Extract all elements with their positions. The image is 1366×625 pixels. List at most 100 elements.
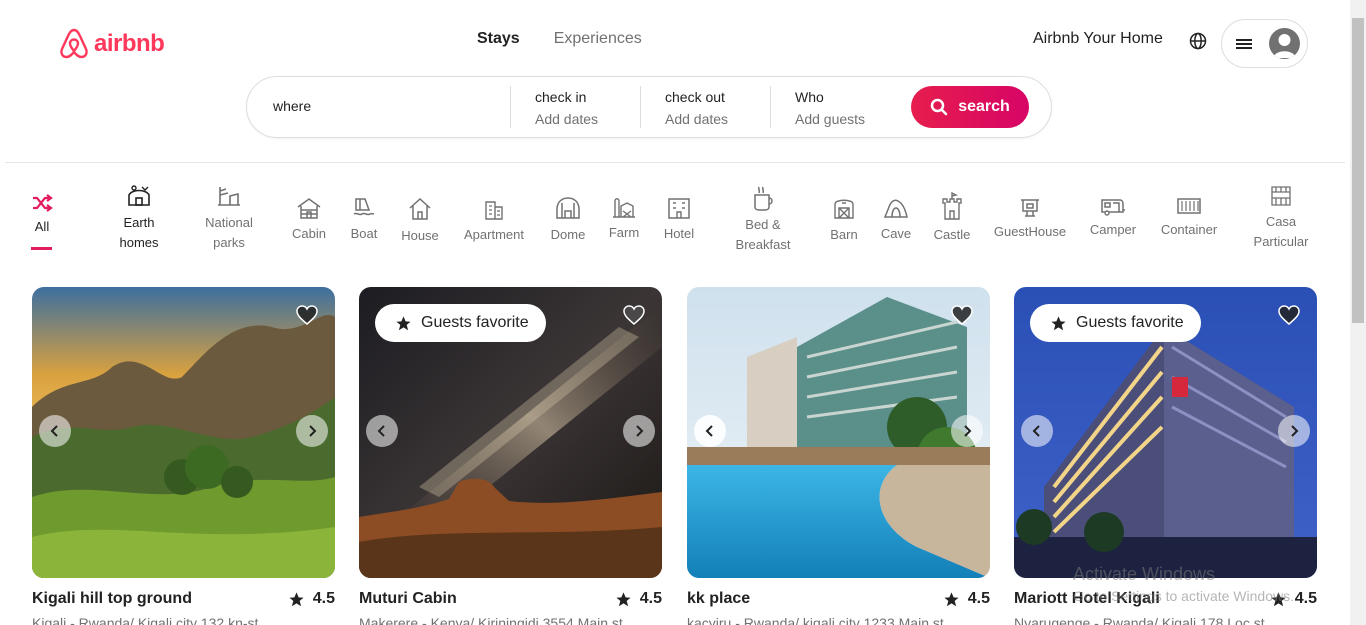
who-field[interactable]: Who Add guests [795, 89, 865, 127]
scrollbar-thumb[interactable] [1352, 18, 1364, 323]
category-casa-particular[interactable]: Casa Particular [1252, 184, 1310, 252]
check-in-field[interactable]: check in Add dates [535, 89, 598, 127]
boat-icon [353, 198, 375, 216]
category-label: Farm [608, 225, 640, 240]
dome-icon [556, 197, 580, 219]
listing-title: Kigali hill top ground [32, 590, 192, 607]
next-photo-button[interactable] [951, 415, 983, 447]
category-guesthouse[interactable]: GuestHouse [993, 196, 1067, 242]
chevron-left-icon [705, 425, 713, 437]
active-category-underline [31, 247, 52, 250]
category-boat[interactable]: Boat [346, 196, 382, 244]
cabin-icon [297, 198, 321, 219]
star-icon [289, 591, 304, 606]
globe-icon[interactable] [1188, 31, 1208, 51]
category-label: House [401, 228, 439, 243]
barn-icon [834, 199, 854, 219]
check-in-label: check in [535, 89, 587, 105]
category-farm[interactable]: Farm [607, 195, 641, 243]
category-barn[interactable]: Barn [828, 195, 860, 245]
casa-icon [1271, 186, 1291, 206]
category-apartment[interactable]: Apartment [460, 199, 528, 245]
chevron-left-icon [1032, 425, 1040, 437]
star-icon [396, 315, 411, 330]
next-photo-button[interactable] [623, 415, 655, 447]
category-label: Cave [880, 226, 912, 241]
earth-home-icon [128, 185, 150, 206]
category-cave[interactable]: Cave [878, 196, 914, 244]
prev-photo-button[interactable] [366, 415, 398, 447]
category-dome[interactable]: Dome [547, 195, 589, 245]
user-icon [1273, 34, 1296, 58]
listing-address: kacyiru - Rwanda/ kigali city 1233 Main … [687, 615, 944, 625]
category-hotel[interactable]: Hotel [659, 196, 699, 244]
check-out-value: Add dates [665, 111, 729, 127]
header-divider [5, 162, 1345, 163]
category-label: Earth homes [119, 215, 159, 250]
prev-photo-button[interactable] [39, 415, 71, 447]
heart-icon[interactable] [1277, 304, 1301, 326]
hotel-icon [668, 198, 690, 219]
host-link[interactable]: Airbnb Your Home [1033, 30, 1163, 48]
chevron-right-icon [636, 425, 644, 437]
listing-photo[interactable]: Guests favorite [359, 287, 662, 578]
user-menu-button[interactable] [1221, 19, 1308, 68]
category-container[interactable]: Container [1157, 196, 1221, 240]
category-cabin[interactable]: Cabin [289, 196, 329, 244]
next-photo-button[interactable] [296, 415, 328, 447]
heart-icon[interactable] [950, 304, 974, 326]
category-camper[interactable]: Camper [1087, 196, 1139, 240]
castle-icon [942, 191, 962, 220]
listing-address: Makerere - Kenya/ Kiriningidi 3554 Main … [359, 615, 623, 625]
category-label: Barn [830, 227, 858, 242]
national-park-icon [218, 187, 240, 206]
page-scrollbar[interactable] [1350, 0, 1366, 625]
listing-card[interactable]: kk place 4.5 kacyiru - Rwanda/ kigali ci… [687, 287, 990, 625]
listing-photo[interactable] [32, 287, 335, 578]
next-photo-button[interactable] [1278, 415, 1310, 447]
listing-photo[interactable]: Guests favorite [1014, 287, 1317, 578]
where-input[interactable]: where [273, 98, 311, 114]
star-icon [944, 591, 959, 606]
chevron-right-icon [309, 425, 317, 437]
prev-photo-button[interactable] [1021, 415, 1053, 447]
star-icon [1051, 315, 1066, 330]
check-out-field[interactable]: check out Add dates [665, 89, 728, 127]
category-earth-homes[interactable]: Earth homes [113, 183, 165, 253]
prev-photo-button[interactable] [694, 415, 726, 447]
category-house[interactable]: House [399, 196, 441, 246]
category-national-parks[interactable]: National parks [201, 183, 257, 253]
nav-experiences[interactable]: Experiences [554, 30, 642, 48]
heart-icon[interactable] [622, 304, 646, 326]
landscape-photo [32, 287, 335, 578]
hamburger-icon [1236, 38, 1252, 49]
camper-icon [1101, 199, 1125, 216]
guests-favorite-badge: Guests favorite [375, 304, 546, 342]
category-bed-breakfast[interactable]: Bed & Breakfast [733, 185, 793, 255]
listing-address: Nyarugenge - Rwanda/ Kigali 178 Loc st [1014, 615, 1265, 625]
category-label: Castle [933, 227, 971, 242]
listing-card[interactable]: Guests favorite Muturi Cabin 4.5 Makerer… [359, 287, 662, 625]
divider [510, 86, 511, 128]
category-label: GuestHouse [993, 224, 1067, 239]
heart-icon[interactable] [295, 304, 319, 326]
category-label: Dome [550, 227, 586, 242]
search-button[interactable]: search [911, 86, 1029, 128]
check-in-value: Add dates [535, 111, 599, 127]
category-label: Boat [350, 226, 378, 241]
listing-title: kk place [687, 590, 751, 607]
cave-icon [883, 199, 908, 218]
container-icon [1177, 198, 1201, 214]
airbnb-logo[interactable]: airbnb [58, 27, 165, 61]
search-icon [930, 98, 948, 116]
activate-windows-subtext: Go to Settings to activate Windows. [1073, 588, 1294, 604]
hotel-pool-photo [687, 287, 990, 578]
listing-card[interactable]: Kigali hill top ground 4.5 Kigali - Rwan… [32, 287, 335, 625]
nav-stays[interactable]: Stays [477, 30, 520, 48]
rating-value: 4.5 [967, 590, 990, 607]
chevron-right-icon [1291, 425, 1299, 437]
listing-photo[interactable] [687, 287, 990, 578]
house-icon [409, 197, 431, 220]
category-castle[interactable]: Castle [932, 191, 972, 245]
category-all[interactable]: All [26, 193, 58, 237]
